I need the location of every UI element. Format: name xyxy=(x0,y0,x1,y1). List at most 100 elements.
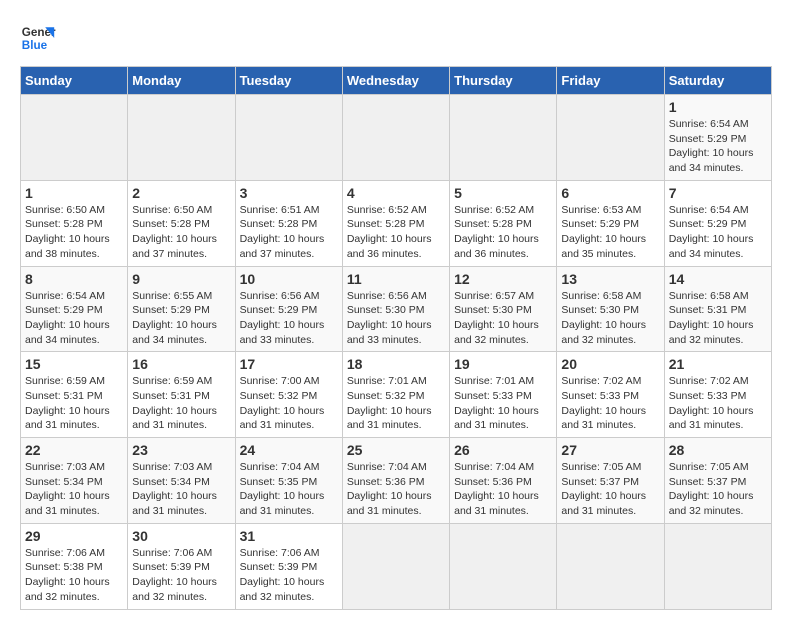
day-info: Sunrise: 6:58 AM Sunset: 5:30 PM Dayligh… xyxy=(561,289,659,348)
day-number: 7 xyxy=(669,185,767,201)
col-header-friday: Friday xyxy=(557,67,664,95)
day-cell: 10Sunrise: 6:56 AM Sunset: 5:29 PM Dayli… xyxy=(235,266,342,352)
day-info: Sunrise: 6:59 AM Sunset: 5:31 PM Dayligh… xyxy=(132,374,230,433)
day-cell xyxy=(557,95,664,181)
day-number: 14 xyxy=(669,271,767,287)
week-row-3: 8 Sunrise: 6:54 AM Sunset: 5:29 PM Daylig… xyxy=(21,266,772,352)
day-info: Sunrise: 7:05 AM Sunset: 5:37 PM Dayligh… xyxy=(669,460,767,519)
day-number: 19 xyxy=(454,356,552,372)
week-row-6: 29 Sunrise: 7:06 AM Sunset: 5:38 PM Dayli… xyxy=(21,523,772,609)
day-number: 1 xyxy=(25,185,123,201)
day-cell: 30Sunrise: 7:06 AM Sunset: 5:39 PM Dayli… xyxy=(128,523,235,609)
day-cell xyxy=(342,523,449,609)
day-cell: 28 Sunrise: 7:05 AM Sunset: 5:37 PM Dayli… xyxy=(664,438,771,524)
day-number: 6 xyxy=(561,185,659,201)
day-cell: 8 Sunrise: 6:54 AM Sunset: 5:29 PM Daylig… xyxy=(21,266,128,352)
day-number: 8 xyxy=(25,271,123,287)
day-info: Sunrise: 6:57 AM Sunset: 5:30 PM Dayligh… xyxy=(454,289,552,348)
day-cell: 3Sunrise: 6:51 AM Sunset: 5:28 PM Daylig… xyxy=(235,180,342,266)
day-info: Sunrise: 7:06 AM Sunset: 5:39 PM Dayligh… xyxy=(132,546,230,605)
day-number: 1 xyxy=(669,99,767,115)
day-number: 26 xyxy=(454,442,552,458)
day-info: Sunrise: 7:06 AM Sunset: 5:38 PM Dayligh… xyxy=(25,546,123,605)
day-info: Sunrise: 7:04 AM Sunset: 5:36 PM Dayligh… xyxy=(454,460,552,519)
day-cell: 31Sunrise: 7:06 AM Sunset: 5:39 PM Dayli… xyxy=(235,523,342,609)
day-cell: 1 Sunrise: 6:50 AM Sunset: 5:28 PM Daylig… xyxy=(21,180,128,266)
day-cell xyxy=(342,95,449,181)
day-cell: 20 Sunrise: 7:02 AM Sunset: 5:33 PM Dayli… xyxy=(557,352,664,438)
day-cell: 26 Sunrise: 7:04 AM Sunset: 5:36 PM Dayli… xyxy=(450,438,557,524)
day-info: Sunrise: 7:03 AM Sunset: 5:34 PM Dayligh… xyxy=(132,460,230,519)
day-number: 21 xyxy=(669,356,767,372)
week-row-5: 22Sunrise: 7:03 AM Sunset: 5:34 PM Dayli… xyxy=(21,438,772,524)
day-info: Sunrise: 6:54 AM Sunset: 5:29 PM Dayligh… xyxy=(669,117,767,176)
day-cell: 11 Sunrise: 6:56 AM Sunset: 5:30 PM Dayli… xyxy=(342,266,449,352)
day-cell: 27 Sunrise: 7:05 AM Sunset: 5:37 PM Dayli… xyxy=(557,438,664,524)
day-info: Sunrise: 7:02 AM Sunset: 5:33 PM Dayligh… xyxy=(669,374,767,433)
day-cell: 15Sunrise: 6:59 AM Sunset: 5:31 PM Dayli… xyxy=(21,352,128,438)
day-info: Sunrise: 6:52 AM Sunset: 5:28 PM Dayligh… xyxy=(454,203,552,262)
day-cell xyxy=(450,523,557,609)
day-number: 20 xyxy=(561,356,659,372)
col-header-saturday: Saturday xyxy=(664,67,771,95)
day-number: 16 xyxy=(132,356,230,372)
calendar-table: SundayMondayTuesdayWednesdayThursdayFrid… xyxy=(20,66,772,610)
day-cell: 4Sunrise: 6:52 AM Sunset: 5:28 PM Daylig… xyxy=(342,180,449,266)
day-cell xyxy=(21,95,128,181)
day-cell xyxy=(664,523,771,609)
day-number: 11 xyxy=(347,271,445,287)
day-number: 24 xyxy=(240,442,338,458)
day-number: 2 xyxy=(132,185,230,201)
day-cell: 12 Sunrise: 6:57 AM Sunset: 5:30 PM Dayli… xyxy=(450,266,557,352)
day-cell: 1 Sunrise: 6:54 AM Sunset: 5:29 PM Daylig… xyxy=(664,95,771,181)
day-number: 27 xyxy=(561,442,659,458)
day-cell: 24 Sunrise: 7:04 AM Sunset: 5:35 PM Dayli… xyxy=(235,438,342,524)
day-number: 5 xyxy=(454,185,552,201)
col-header-thursday: Thursday xyxy=(450,67,557,95)
day-cell: 25 Sunrise: 7:04 AM Sunset: 5:36 PM Dayli… xyxy=(342,438,449,524)
day-number: 17 xyxy=(240,356,338,372)
day-cell: 22Sunrise: 7:03 AM Sunset: 5:34 PM Dayli… xyxy=(21,438,128,524)
day-info: Sunrise: 6:54 AM Sunset: 5:29 PM Dayligh… xyxy=(669,203,767,262)
day-info: Sunrise: 6:50 AM Sunset: 5:28 PM Dayligh… xyxy=(25,203,123,262)
day-cell xyxy=(450,95,557,181)
day-info: Sunrise: 6:56 AM Sunset: 5:30 PM Dayligh… xyxy=(347,289,445,348)
day-cell: 13Sunrise: 6:58 AM Sunset: 5:30 PM Dayli… xyxy=(557,266,664,352)
week-row-2: 1 Sunrise: 6:50 AM Sunset: 5:28 PM Daylig… xyxy=(21,180,772,266)
day-cell: 17 Sunrise: 7:00 AM Sunset: 5:32 PM Dayli… xyxy=(235,352,342,438)
week-row-4: 15 Sunrise: 6:59 AM Sunset: 5:31 PM Dayli… xyxy=(21,352,772,438)
day-info: Sunrise: 6:52 AM Sunset: 5:28 PM Dayligh… xyxy=(347,203,445,262)
day-cell xyxy=(235,95,342,181)
day-info: Sunrise: 7:05 AM Sunset: 5:37 PM Dayligh… xyxy=(561,460,659,519)
day-number: 18 xyxy=(347,356,445,372)
day-cell: 29 Sunrise: 7:06 AM Sunset: 5:38 PM Dayli… xyxy=(21,523,128,609)
page-header: General Blue xyxy=(20,20,772,56)
day-info: Sunrise: 7:00 AM Sunset: 5:32 PM Dayligh… xyxy=(240,374,338,433)
day-info: Sunrise: 7:04 AM Sunset: 5:35 PM Dayligh… xyxy=(240,460,338,519)
svg-text:Blue: Blue xyxy=(22,39,48,52)
day-cell: 19Sunrise: 7:01 AM Sunset: 5:33 PM Dayli… xyxy=(450,352,557,438)
logo: General Blue xyxy=(20,20,56,56)
col-header-wednesday: Wednesday xyxy=(342,67,449,95)
day-cell: 6Sunrise: 6:53 AM Sunset: 5:29 PM Daylig… xyxy=(557,180,664,266)
day-info: Sunrise: 7:02 AM Sunset: 5:33 PM Dayligh… xyxy=(561,374,659,433)
day-number: 25 xyxy=(347,442,445,458)
day-cell: 7 Sunrise: 6:54 AM Sunset: 5:29 PM Daylig… xyxy=(664,180,771,266)
day-info: Sunrise: 6:50 AM Sunset: 5:28 PM Dayligh… xyxy=(132,203,230,262)
day-cell: 21 Sunrise: 7:02 AM Sunset: 5:33 PM Dayli… xyxy=(664,352,771,438)
day-info: Sunrise: 7:06 AM Sunset: 5:39 PM Dayligh… xyxy=(240,546,338,605)
day-cell xyxy=(557,523,664,609)
day-cell: 14 Sunrise: 6:58 AM Sunset: 5:31 PM Dayli… xyxy=(664,266,771,352)
day-cell xyxy=(128,95,235,181)
day-number: 23 xyxy=(132,442,230,458)
day-cell: 16 Sunrise: 6:59 AM Sunset: 5:31 PM Dayli… xyxy=(128,352,235,438)
day-info: Sunrise: 6:54 AM Sunset: 5:29 PM Dayligh… xyxy=(25,289,123,348)
day-info: Sunrise: 6:58 AM Sunset: 5:31 PM Dayligh… xyxy=(669,289,767,348)
day-number: 28 xyxy=(669,442,767,458)
day-number: 12 xyxy=(454,271,552,287)
day-number: 29 xyxy=(25,528,123,544)
day-number: 3 xyxy=(240,185,338,201)
day-info: Sunrise: 7:04 AM Sunset: 5:36 PM Dayligh… xyxy=(347,460,445,519)
day-number: 15 xyxy=(25,356,123,372)
day-cell: 5 Sunrise: 6:52 AM Sunset: 5:28 PM Daylig… xyxy=(450,180,557,266)
